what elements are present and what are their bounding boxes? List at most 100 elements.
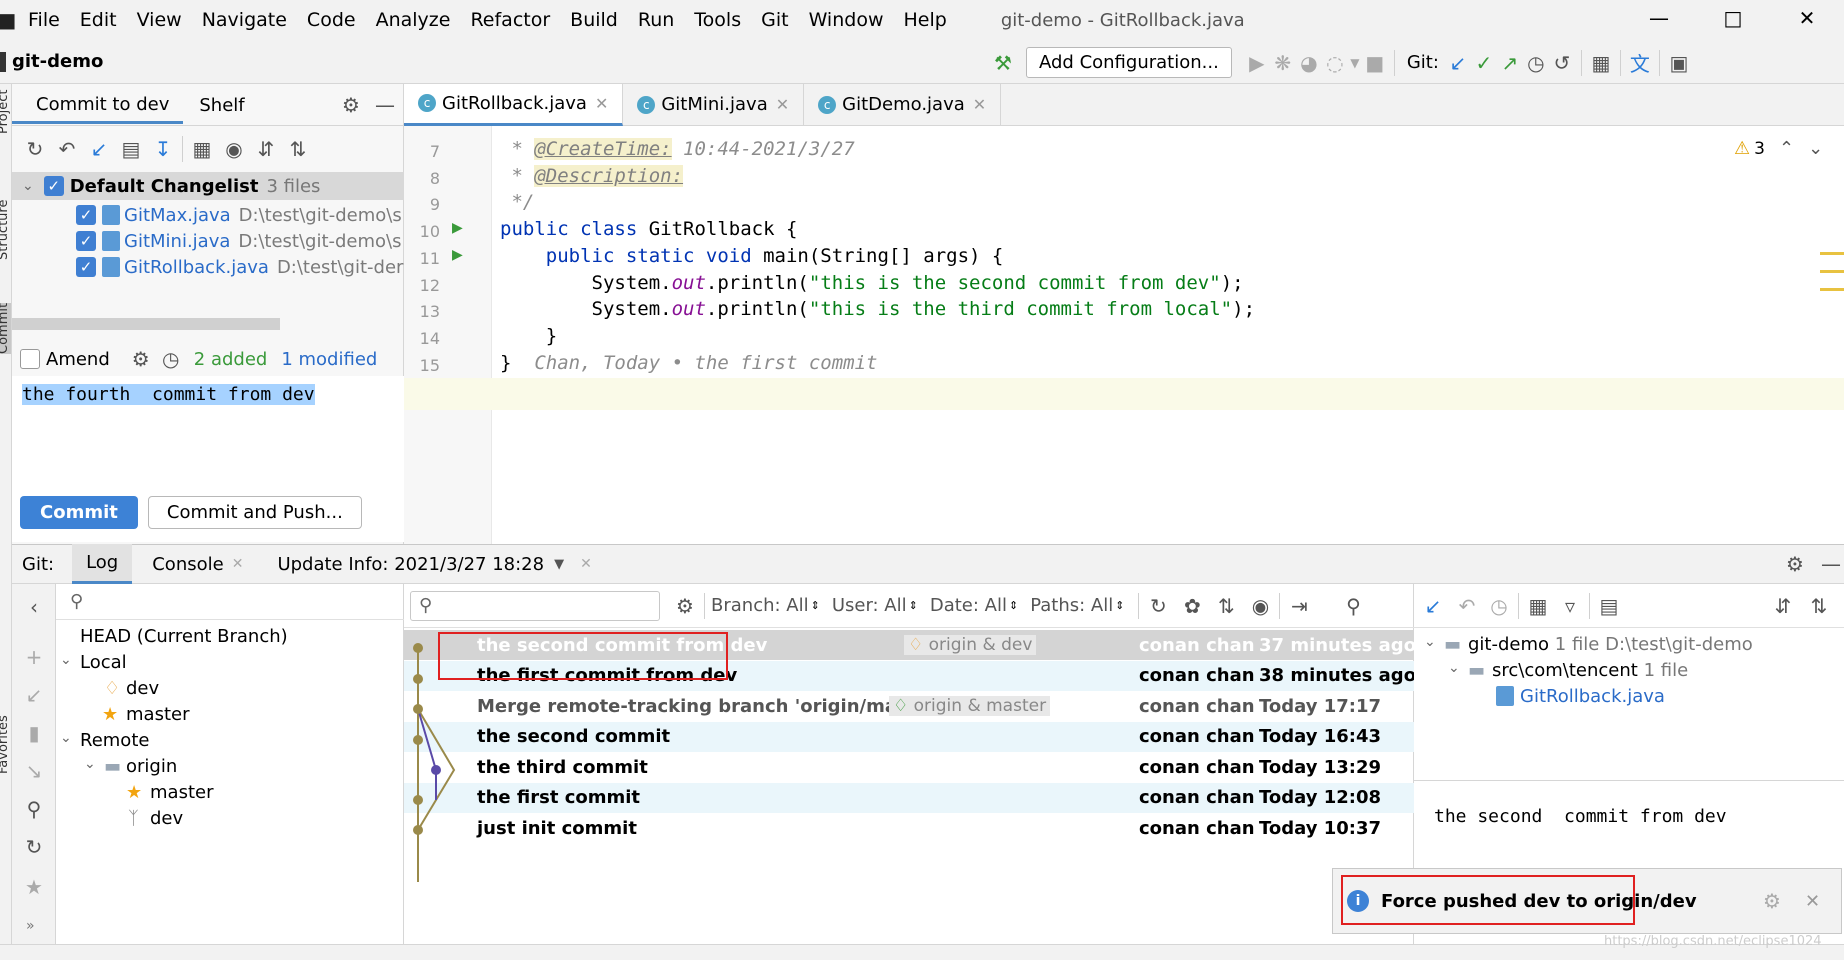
update-icon[interactable]: ↙ xyxy=(86,136,112,162)
tab-log[interactable]: Log xyxy=(72,544,133,584)
commit-tool-tab[interactable]: Commit xyxy=(0,302,11,354)
cherry-pick-icon[interactable]: ✿ xyxy=(1179,593,1205,619)
notification-close-icon[interactable]: ✕ xyxy=(1805,891,1820,912)
commit-row[interactable]: the first commit conan chan Today 12:08 xyxy=(404,782,1414,813)
details-repo[interactable]: git-demo 1 file D:\test\git-demo xyxy=(1468,634,1753,655)
checkout-icon[interactable]: ↙ xyxy=(21,682,47,708)
code-line[interactable]: public class GitRollback { xyxy=(500,218,797,240)
build-hammer-icon[interactable]: ⚒ xyxy=(990,50,1016,76)
remote-origin-node[interactable]: origin xyxy=(126,756,177,777)
history-icon[interactable]: ◷ xyxy=(1523,50,1549,76)
log-search-input[interactable]: ⚲ xyxy=(410,590,660,621)
menu-window[interactable]: Window xyxy=(809,9,884,31)
search-icon[interactable]: ⚲ xyxy=(1340,593,1366,619)
update-project-icon[interactable]: ↙ xyxy=(1445,50,1471,76)
eye-icon[interactable]: ◉ xyxy=(221,136,247,162)
commit-row[interactable]: Merge remote-tracking branch 'origin/mas… xyxy=(404,691,1414,721)
menu-code[interactable]: Code xyxy=(307,9,356,31)
diff-icon[interactable]: ▤ xyxy=(118,136,144,162)
delete-icon[interactable]: ▮ xyxy=(21,720,47,746)
add-branch-icon[interactable]: + xyxy=(21,644,47,670)
favorite-star-icon[interactable]: ★ xyxy=(21,874,47,900)
close-update-info-icon[interactable]: ✕ xyxy=(580,556,592,572)
changed-file-row[interactable]: ✓ GitRollback.java D:\test\git-der xyxy=(76,254,404,280)
code-line[interactable]: System.out.println("this is the third co… xyxy=(500,298,1256,320)
sort-icon[interactable]: ⇅ xyxy=(1213,593,1239,619)
code-line[interactable]: * @CreateTime: 10:44-2021/3/27 xyxy=(500,138,855,160)
menu-navigate[interactable]: Navigate xyxy=(202,9,287,31)
update-info-dropdown-icon[interactable]: ▼ xyxy=(554,557,564,572)
commit-message-text[interactable]: the fourth commit from dev xyxy=(22,384,315,405)
local-branch-master[interactable]: master xyxy=(126,704,189,725)
group-by-icon[interactable]: ▦ xyxy=(189,136,215,162)
menu-build[interactable]: Build xyxy=(570,9,618,31)
layout-icon[interactable]: ▤ xyxy=(1596,593,1622,619)
menu-tools[interactable]: Tools xyxy=(694,9,741,31)
code-line[interactable]: } Chan, Today • the first commit xyxy=(500,352,878,374)
amend-checkbox[interactable] xyxy=(20,349,40,369)
menu-file[interactable]: File xyxy=(28,9,60,31)
history-icon[interactable]: ◷ xyxy=(1486,593,1512,619)
editor-tab[interactable]: c GitMini.java ✕ xyxy=(623,83,805,126)
more-icon[interactable]: » xyxy=(26,918,35,934)
local-branches-node[interactable]: Local xyxy=(80,652,127,673)
head-branch[interactable]: HEAD (Current Branch) xyxy=(80,626,288,647)
branch-search-field[interactable]: ⚲ xyxy=(56,584,404,620)
horizontal-scrollbar[interactable] xyxy=(12,318,280,330)
commit-row[interactable]: just init commit conan chan Today 10:37 xyxy=(404,813,1414,843)
commit-button[interactable]: Commit xyxy=(20,496,138,529)
project-tool-tab[interactable]: Project xyxy=(0,90,11,134)
tab-commit-to-dev[interactable]: Commit to dev xyxy=(12,86,184,124)
run-icon[interactable]: ▶ xyxy=(1244,50,1270,76)
remote-branches-node[interactable]: Remote xyxy=(80,730,149,751)
chevron-down-icon[interactable]: ⌄ xyxy=(1448,660,1460,676)
inspection-widget[interactable]: ⚠ 3 ⌃ ⌄ xyxy=(1734,138,1823,159)
code-line[interactable]: */ xyxy=(500,191,534,213)
search-icon[interactable]: ⚲ xyxy=(21,796,47,822)
paths-filter[interactable]: Paths: All xyxy=(1030,595,1113,616)
notification-settings-icon[interactable]: ⚙ xyxy=(1759,888,1785,914)
chevron-left-icon[interactable]: ‹ xyxy=(21,594,47,620)
merge-icon[interactable]: ↘ xyxy=(21,758,47,784)
maximize-icon[interactable]: □ xyxy=(1696,6,1770,30)
close-icon[interactable]: ✕ xyxy=(1770,6,1844,30)
project-structure-icon[interactable]: ▦ xyxy=(1588,50,1614,76)
collapse-all-icon[interactable]: ⇅ xyxy=(1806,593,1832,619)
chevron-down-icon[interactable]: ⌄ xyxy=(1424,634,1436,650)
rollback-icon[interactable]: ↶ xyxy=(54,136,80,162)
refresh-icon[interactable]: ↻ xyxy=(22,136,48,162)
file-checkbox[interactable]: ✓ xyxy=(76,231,96,251)
fetch-icon[interactable]: ↻ xyxy=(21,834,47,860)
run-dropdown-icon[interactable]: ▼ xyxy=(1348,50,1362,76)
file-checkbox[interactable]: ✓ xyxy=(76,257,96,277)
close-tab-icon[interactable]: ✕ xyxy=(776,95,789,114)
settings-gear-icon[interactable]: ⚙ xyxy=(338,92,364,118)
download-icon[interactable]: ↧ xyxy=(150,136,176,162)
close-console-icon[interactable]: ✕ xyxy=(232,556,244,572)
favorites-tool-tab[interactable]: Favorites xyxy=(0,715,11,774)
structure-tool-tab[interactable]: Structure xyxy=(0,200,11,260)
debug-icon[interactable]: ❋ xyxy=(1270,50,1296,76)
commit-options-gear-icon[interactable]: ⚙ xyxy=(128,346,154,372)
commit-history-clock-icon[interactable]: ◷ xyxy=(158,346,184,372)
branch-filter[interactable]: Branch: All xyxy=(711,595,809,616)
remote-branch-master[interactable]: master xyxy=(150,782,213,803)
code-line[interactable]: } xyxy=(500,325,557,347)
close-tab-icon[interactable]: ✕ xyxy=(595,94,608,113)
details-file[interactable]: GitRollback.java xyxy=(1520,686,1665,707)
expand-all-icon[interactable]: ⇵ xyxy=(1770,593,1796,619)
previous-highlight-icon[interactable]: ⌃ xyxy=(1779,138,1794,159)
add-configuration-button[interactable]: Add Configuration... xyxy=(1026,47,1232,78)
menu-help[interactable]: Help xyxy=(903,9,946,31)
changelist-checkbox[interactable]: ✓ xyxy=(43,176,64,196)
group-by-icon[interactable]: ▦ xyxy=(1525,593,1551,619)
expand-all-icon[interactable]: ⇵ xyxy=(253,136,279,162)
local-branch-dev[interactable]: dev xyxy=(126,678,159,699)
push-icon[interactable]: ↗ xyxy=(1497,50,1523,76)
remote-branch-dev[interactable]: dev xyxy=(150,808,183,829)
tab-console[interactable]: Console xyxy=(152,554,223,575)
profile-icon[interactable]: ◌ xyxy=(1322,50,1348,76)
user-filter[interactable]: User: All xyxy=(832,595,907,616)
menu-analyze[interactable]: Analyze xyxy=(376,9,451,31)
coverage-icon[interactable]: ◕ xyxy=(1296,50,1322,76)
